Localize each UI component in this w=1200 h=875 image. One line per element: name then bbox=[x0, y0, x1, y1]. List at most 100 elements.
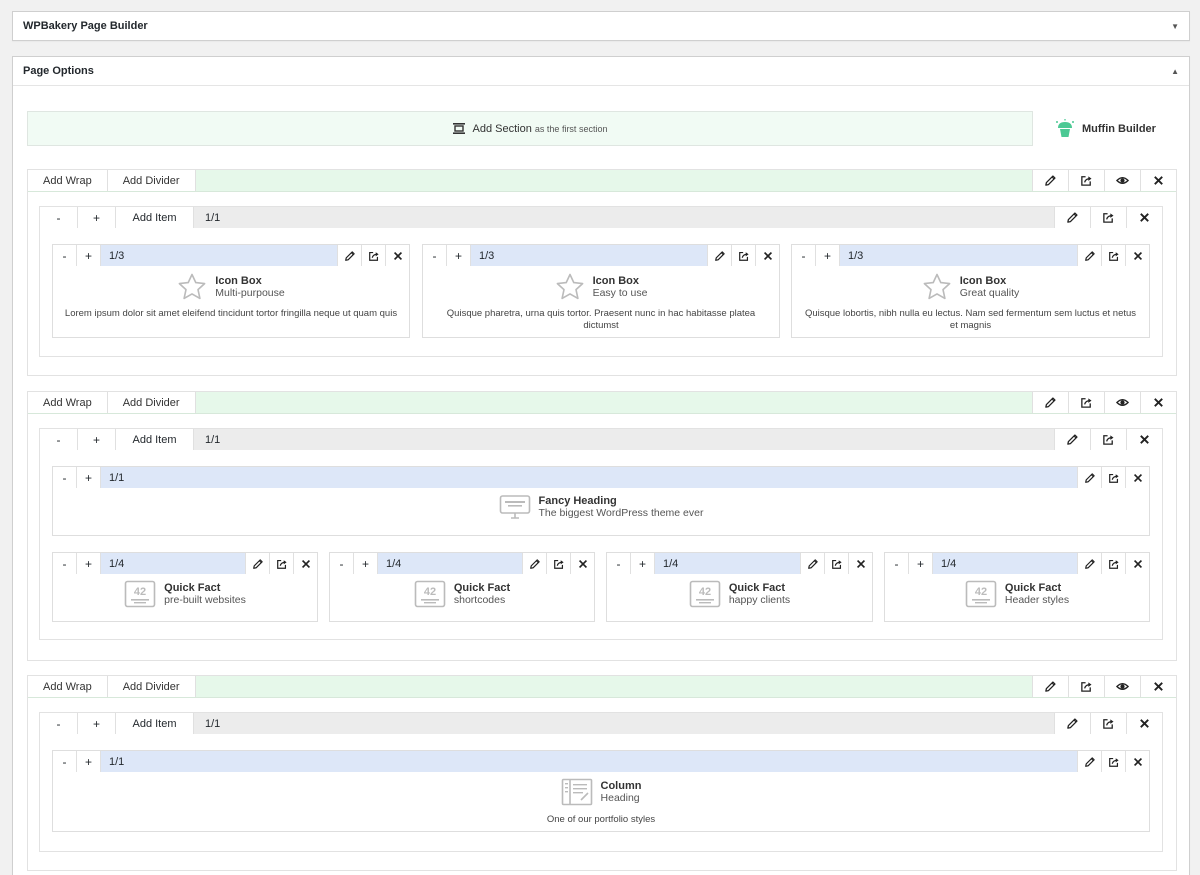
item-edit-button[interactable] bbox=[1077, 553, 1101, 574]
section-clone-button[interactable] bbox=[1068, 170, 1104, 191]
add-section-button[interactable]: Add Section as the first section bbox=[27, 111, 1033, 146]
item-increase-button[interactable]: + bbox=[77, 245, 101, 266]
wrap-increase-button[interactable]: + bbox=[78, 713, 116, 734]
item-increase-button[interactable]: + bbox=[909, 553, 933, 574]
item-delete-button[interactable] bbox=[1125, 245, 1149, 266]
item-clone-button[interactable] bbox=[546, 553, 570, 574]
wrap-clone-button[interactable] bbox=[1090, 429, 1126, 450]
item-body[interactable]: Column Heading One of our portfolio styles bbox=[53, 772, 1149, 832]
star-icon bbox=[555, 272, 585, 302]
section-drag-handle[interactable] bbox=[196, 170, 1032, 191]
section-delete-button[interactable] bbox=[1140, 676, 1176, 697]
item-increase-button[interactable]: + bbox=[77, 751, 101, 772]
item-body[interactable]: Icon Box Multi-purpouse Lorem ipsum dolor … bbox=[53, 266, 409, 338]
item-body[interactable]: 42 Quick Fact shortcodes bbox=[330, 574, 594, 622]
section-edit-button[interactable] bbox=[1032, 170, 1068, 191]
section-edit-button[interactable] bbox=[1032, 392, 1068, 413]
item-delete-button[interactable] bbox=[1125, 553, 1149, 574]
item-decrease-button[interactable]: - bbox=[423, 245, 447, 266]
item-edit-button[interactable] bbox=[1077, 245, 1101, 266]
add-divider-button[interactable]: Add Divider bbox=[107, 392, 196, 413]
wrap-decrease-button[interactable]: - bbox=[40, 713, 78, 734]
item-clone-button[interactable] bbox=[1101, 553, 1125, 574]
item-decrease-button[interactable]: - bbox=[53, 553, 77, 574]
item-body[interactable]: 42 Quick Fact pre-built websites bbox=[53, 574, 317, 622]
wrap-increase-button[interactable]: + bbox=[78, 429, 116, 450]
item-edit-button[interactable] bbox=[800, 553, 824, 574]
item-edit-button[interactable] bbox=[245, 553, 269, 574]
wrap-delete-button[interactable] bbox=[1126, 207, 1162, 228]
section-hide-button[interactable] bbox=[1104, 170, 1140, 191]
item-edit-button[interactable] bbox=[707, 245, 731, 266]
add-divider-button[interactable]: Add Divider bbox=[107, 676, 196, 697]
section-drag-handle[interactable] bbox=[196, 392, 1032, 413]
item-delete-button[interactable] bbox=[385, 245, 409, 266]
add-wrap-button[interactable]: Add Wrap bbox=[28, 676, 108, 697]
item-body[interactable]: Fancy Heading The biggest WordPress theme… bbox=[53, 488, 1149, 536]
wpbakery-header[interactable]: WPBakery Page Builder ▼ bbox=[13, 12, 1189, 40]
add-wrap-button[interactable]: Add Wrap bbox=[28, 392, 108, 413]
section-clone-button[interactable] bbox=[1068, 392, 1104, 413]
item-decrease-button[interactable]: - bbox=[330, 553, 354, 574]
item-decrease-button[interactable]: - bbox=[53, 467, 77, 488]
wrap-edit-button[interactable] bbox=[1054, 207, 1090, 228]
caret-up-icon[interactable]: ▲ bbox=[1171, 67, 1179, 76]
builder-item: - +1/1 Fancy Heading The biggest WordPress … bbox=[52, 466, 1150, 536]
section-hide-button[interactable] bbox=[1104, 392, 1140, 413]
item-increase-button[interactable]: + bbox=[354, 553, 378, 574]
item-delete-button[interactable] bbox=[1125, 751, 1149, 772]
item-clone-button[interactable] bbox=[824, 553, 848, 574]
wrap-decrease-button[interactable]: - bbox=[40, 429, 78, 450]
item-delete-button[interactable] bbox=[755, 245, 779, 266]
item-body[interactable]: 42 Quick Fact Header styles bbox=[885, 574, 1149, 622]
item-delete-button[interactable] bbox=[570, 553, 594, 574]
item-edit-button[interactable] bbox=[522, 553, 546, 574]
add-divider-button[interactable]: Add Divider bbox=[107, 170, 196, 191]
wrap-increase-button[interactable]: + bbox=[78, 207, 116, 228]
page-options-header[interactable]: Page Options ▲ bbox=[13, 57, 1189, 86]
wrap-edit-button[interactable] bbox=[1054, 713, 1090, 734]
item-delete-button[interactable] bbox=[1125, 467, 1149, 488]
caret-down-icon[interactable]: ▼ bbox=[1171, 22, 1179, 31]
item-increase-button[interactable]: + bbox=[816, 245, 840, 266]
item-clone-button[interactable] bbox=[361, 245, 385, 266]
wrap-edit-button[interactable] bbox=[1054, 429, 1090, 450]
section-hide-button[interactable] bbox=[1104, 676, 1140, 697]
item-body[interactable]: Icon Box Easy to use Quisque pharetra, urn… bbox=[423, 266, 779, 338]
wrap-delete-button[interactable] bbox=[1126, 429, 1162, 450]
add-item-button[interactable]: Add Item bbox=[116, 207, 194, 228]
add-item-button[interactable]: Add Item bbox=[116, 429, 194, 450]
item-edit-button[interactable] bbox=[1077, 467, 1101, 488]
item-body[interactable]: Icon Box Great quality Quisque lobortis, n… bbox=[792, 266, 1149, 338]
item-edit-button[interactable] bbox=[337, 245, 361, 266]
item-clone-button[interactable] bbox=[731, 245, 755, 266]
add-item-button[interactable]: Add Item bbox=[116, 713, 194, 734]
item-increase-button[interactable]: + bbox=[631, 553, 655, 574]
item-clone-button[interactable] bbox=[1101, 467, 1125, 488]
section-delete-button[interactable] bbox=[1140, 392, 1176, 413]
section-drag-handle[interactable] bbox=[196, 676, 1032, 697]
item-decrease-button[interactable]: - bbox=[53, 245, 77, 266]
item-increase-button[interactable]: + bbox=[447, 245, 471, 266]
item-clone-button[interactable] bbox=[269, 553, 293, 574]
item-decrease-button[interactable]: - bbox=[792, 245, 816, 266]
item-decrease-button[interactable]: - bbox=[885, 553, 909, 574]
section-clone-button[interactable] bbox=[1068, 676, 1104, 697]
wrap-clone-button[interactable] bbox=[1090, 713, 1126, 734]
add-wrap-button[interactable]: Add Wrap bbox=[28, 170, 108, 191]
item-delete-button[interactable] bbox=[293, 553, 317, 574]
wrap-delete-button[interactable] bbox=[1126, 713, 1162, 734]
item-clone-button[interactable] bbox=[1101, 245, 1125, 266]
item-body[interactable]: 42 Quick Fact happy clients bbox=[607, 574, 872, 622]
section-delete-button[interactable] bbox=[1140, 170, 1176, 191]
item-increase-button[interactable]: + bbox=[77, 553, 101, 574]
item-decrease-button[interactable]: - bbox=[53, 751, 77, 772]
item-increase-button[interactable]: + bbox=[77, 467, 101, 488]
wrap-clone-button[interactable] bbox=[1090, 207, 1126, 228]
item-edit-button[interactable] bbox=[1077, 751, 1101, 772]
wrap-decrease-button[interactable]: - bbox=[40, 207, 78, 228]
item-clone-button[interactable] bbox=[1101, 751, 1125, 772]
item-decrease-button[interactable]: - bbox=[607, 553, 631, 574]
item-delete-button[interactable] bbox=[848, 553, 872, 574]
section-edit-button[interactable] bbox=[1032, 676, 1068, 697]
